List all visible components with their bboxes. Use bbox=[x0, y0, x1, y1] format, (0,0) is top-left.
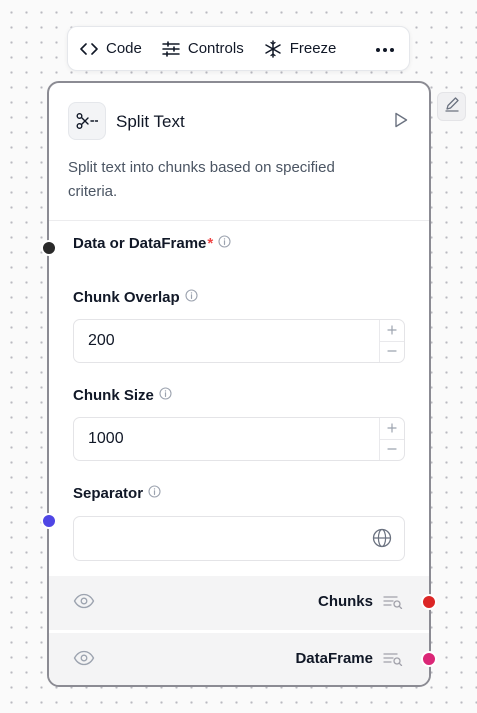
chunk-size-label-text: Chunk Size bbox=[73, 387, 154, 404]
code-label: Code bbox=[106, 40, 142, 57]
inspect-output-icon[interactable] bbox=[383, 652, 403, 671]
sliders-icon bbox=[162, 40, 180, 57]
output-row-dataframe: DataFrame bbox=[49, 633, 429, 685]
chunks-output-handle[interactable] bbox=[421, 594, 437, 610]
decrement-button[interactable] bbox=[380, 439, 404, 460]
data-input-label-text: Data or DataFrame bbox=[73, 235, 207, 252]
globe-icon[interactable] bbox=[372, 528, 392, 553]
inspect-output-icon[interactable] bbox=[383, 595, 403, 614]
separator-label: Separator bbox=[73, 485, 161, 502]
freeze-label: Freeze bbox=[289, 40, 337, 57]
increment-button[interactable] bbox=[380, 320, 404, 342]
output-row-chunks: Chunks bbox=[49, 576, 429, 630]
separator-label-text: Separator bbox=[73, 485, 144, 502]
chunk-size-value: 1000 bbox=[88, 430, 124, 447]
controls-label: Controls bbox=[187, 40, 244, 57]
node-toolbar: Code Controls Freeze bbox=[67, 26, 410, 71]
eye-icon[interactable] bbox=[73, 593, 95, 614]
chunk-overlap-value: 200 bbox=[88, 332, 115, 349]
chunk-size-label: Chunk Size bbox=[73, 387, 172, 404]
required-mark: * bbox=[207, 235, 214, 252]
snowflake-icon bbox=[264, 39, 282, 58]
eye-icon[interactable] bbox=[73, 650, 95, 671]
minus-icon bbox=[387, 343, 397, 361]
output-name: DataFrame bbox=[295, 650, 373, 667]
node-description: Split text into chunks based on specifie… bbox=[68, 159, 335, 200]
chunk-overlap-stepper bbox=[379, 320, 404, 362]
plus-icon bbox=[387, 322, 397, 340]
scissors-icon bbox=[68, 102, 106, 140]
dataframe-output-handle[interactable] bbox=[421, 651, 437, 667]
more-horizontal-icon bbox=[375, 40, 395, 58]
freeze-button[interactable]: Freeze bbox=[264, 39, 337, 58]
code-button[interactable]: Code bbox=[80, 40, 142, 57]
chunk-size-stepper bbox=[379, 418, 404, 460]
separator-input[interactable] bbox=[73, 516, 405, 561]
decrement-button[interactable] bbox=[380, 341, 404, 362]
edit-node-button[interactable] bbox=[437, 92, 466, 121]
pencil-icon bbox=[444, 96, 460, 117]
info-icon[interactable] bbox=[218, 235, 231, 252]
minus-icon bbox=[387, 441, 397, 459]
plus-icon bbox=[387, 420, 397, 438]
info-icon[interactable] bbox=[148, 485, 161, 502]
chunk-overlap-input[interactable]: 200 bbox=[73, 319, 405, 363]
run-component-button[interactable] bbox=[394, 112, 408, 133]
node-title: Split Text bbox=[116, 112, 185, 131]
more-options-button[interactable] bbox=[375, 40, 395, 58]
increment-button[interactable] bbox=[380, 418, 404, 440]
data-input-label: Data or DataFrame * bbox=[73, 235, 231, 252]
info-icon[interactable] bbox=[159, 387, 172, 404]
chunk-overlap-label-text: Chunk Overlap bbox=[73, 289, 180, 306]
split-text-node[interactable]: Split Text Split text into chunks based … bbox=[47, 81, 431, 687]
header-divider bbox=[49, 220, 429, 221]
play-icon bbox=[394, 112, 408, 132]
controls-button[interactable]: Controls bbox=[162, 40, 244, 57]
info-icon[interactable] bbox=[185, 289, 198, 306]
node-header: Split Text bbox=[68, 102, 408, 142]
code-icon bbox=[80, 42, 98, 56]
chunk-size-input[interactable]: 1000 bbox=[73, 417, 405, 461]
output-name: Chunks bbox=[317, 593, 373, 610]
separator-input-handle[interactable] bbox=[41, 513, 57, 529]
data-input-handle[interactable] bbox=[41, 240, 57, 256]
chunk-overlap-label: Chunk Overlap bbox=[73, 289, 198, 306]
